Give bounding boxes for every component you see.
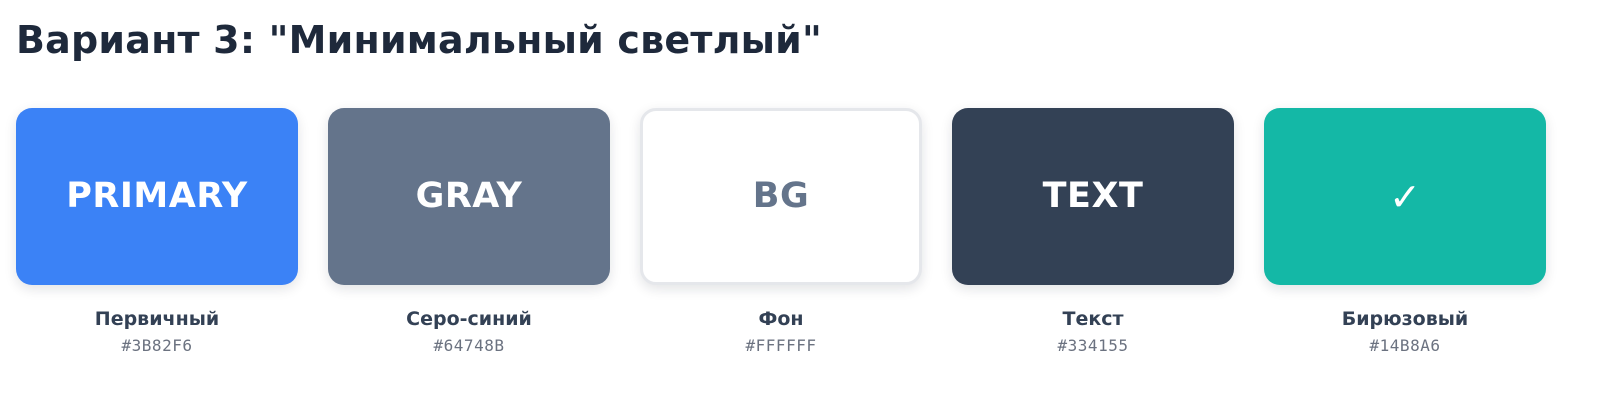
- swatch-label-text: TEXT: [1042, 176, 1144, 216]
- page-title: Вариант 3: "Минимальный светлый": [16, 18, 822, 62]
- swatch-name-bg: Фон: [758, 308, 804, 330]
- swatch-label-bg: BG: [752, 176, 810, 216]
- swatch-gray[interactable]: GRAY Серо-синий #64748B: [328, 108, 610, 368]
- color-box-text[interactable]: TEXT: [952, 108, 1234, 285]
- color-box-primary[interactable]: PRIMARY: [16, 108, 298, 285]
- palette-page: Вариант 3: "Минимальный светлый" PRIMARY…: [0, 0, 1600, 417]
- color-box-gray[interactable]: GRAY: [328, 108, 610, 285]
- swatch-name-gray: Серо-синий: [406, 308, 532, 330]
- swatch-row: PRIMARY Первичный #3B82F6 GRAY Серо-сини…: [16, 108, 1578, 368]
- swatch-hex-bg: #FFFFFF: [745, 336, 817, 355]
- swatch-teal[interactable]: ✓ Бирюзовый #14B8A6: [1264, 108, 1546, 368]
- color-box-teal[interactable]: ✓: [1264, 108, 1546, 285]
- swatch-hex-gray: #64748B: [433, 336, 505, 355]
- swatch-name-primary: Первичный: [94, 308, 220, 330]
- swatch-hex-primary: #3B82F6: [121, 336, 193, 355]
- color-box-bg[interactable]: BG: [640, 108, 922, 285]
- swatch-bg[interactable]: BG Фон #FFFFFF: [640, 108, 922, 368]
- swatch-hex-teal: #14B8A6: [1369, 336, 1441, 355]
- swatch-primary[interactable]: PRIMARY Первичный #3B82F6: [16, 108, 298, 368]
- check-icon: ✓: [1389, 174, 1421, 219]
- swatch-text[interactable]: TEXT Текст #334155: [952, 108, 1234, 368]
- swatch-label-primary: PRIMARY: [66, 176, 248, 216]
- swatch-name-teal: Бирюзовый: [1341, 308, 1469, 330]
- swatch-name-text: Текст: [1062, 308, 1124, 330]
- swatch-label-gray: GRAY: [415, 176, 523, 216]
- swatch-hex-text: #334155: [1057, 336, 1129, 355]
